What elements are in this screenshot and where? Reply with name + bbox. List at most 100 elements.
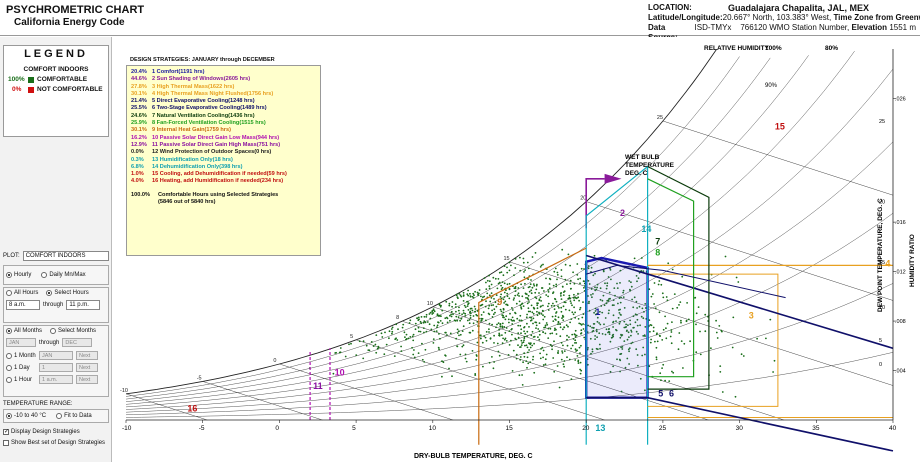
scatter-point bbox=[655, 358, 658, 361]
one-day-select[interactable]: 1 bbox=[39, 363, 73, 372]
scatter-point bbox=[552, 284, 555, 287]
scatter-point bbox=[459, 319, 461, 322]
scatter-point bbox=[535, 324, 538, 327]
all-months-radio[interactable]: All Months bbox=[6, 328, 42, 334]
scatter-point bbox=[476, 291, 479, 294]
temp-range-radio[interactable]: -10 to 40 °C bbox=[6, 413, 46, 419]
month-to-select[interactable]: DEC bbox=[62, 338, 93, 347]
scatter-point bbox=[548, 283, 551, 285]
scatter-point bbox=[445, 331, 447, 334]
scatter-point bbox=[521, 374, 523, 376]
scatter-point bbox=[425, 316, 428, 318]
legend-not-label: NOT COMFORTABLE bbox=[37, 86, 103, 93]
scatter-point bbox=[459, 333, 462, 336]
scatter-point bbox=[593, 254, 596, 257]
daily-label: Daily Mn/Max bbox=[49, 272, 86, 278]
scatter-point bbox=[456, 319, 459, 322]
show-best-checkbox[interactable]: Show Best set of Design Strategies bbox=[3, 440, 105, 446]
scatter-point bbox=[563, 360, 566, 362]
scatter-point bbox=[446, 321, 449, 324]
scatter-point bbox=[503, 296, 506, 298]
wetbulb-tick-label: 10 bbox=[427, 301, 433, 307]
scatter-point bbox=[670, 331, 673, 333]
design-strategy-text: 16 Heating, add Humidification if needed… bbox=[152, 178, 284, 185]
one-hour-radio[interactable]: 1 Hour bbox=[6, 376, 36, 383]
one-month-select[interactable]: JAN bbox=[39, 351, 73, 360]
scatter-point bbox=[473, 305, 476, 308]
scatter-point bbox=[576, 355, 579, 357]
one-month-radio[interactable]: 1 Month bbox=[6, 352, 36, 359]
dp-axis-label: DEW POINT TEMPERATURE, DEG. C bbox=[877, 198, 884, 312]
scatter-point bbox=[578, 322, 581, 325]
scatter-point bbox=[515, 302, 518, 305]
scatter-point bbox=[523, 276, 526, 279]
scatter-point bbox=[430, 328, 433, 331]
scatter-point bbox=[503, 316, 505, 319]
select-months-radio[interactable]: Select Months bbox=[50, 328, 96, 334]
scatter-point bbox=[521, 295, 524, 298]
scatter-point bbox=[550, 304, 553, 307]
scatter-point bbox=[355, 354, 358, 356]
display-ds-checkbox[interactable]: ✓ Display Design Strategies bbox=[3, 429, 80, 435]
temp-range-label: TEMPERATURE RANGE: bbox=[3, 401, 73, 407]
scatter-point bbox=[501, 281, 504, 283]
scatter-point bbox=[491, 356, 493, 358]
day-next-button[interactable]: Next bbox=[76, 363, 98, 372]
scatter-point bbox=[469, 295, 472, 297]
scatter-point bbox=[374, 343, 377, 346]
scatter-point bbox=[520, 339, 523, 342]
scatter-point bbox=[420, 316, 423, 318]
one-day-dot bbox=[6, 364, 12, 371]
design-strategy-item: 0.3% 13 Humidification Only(18 hrs) bbox=[131, 157, 317, 164]
hourly-radio[interactable]: Hourly bbox=[6, 272, 31, 278]
design-strategy-pct: 4.0% bbox=[131, 178, 144, 185]
legend-not-comfortable: 0% NOT COMFORTABLE bbox=[4, 86, 108, 93]
hour-to-select[interactable]: 11 p.m. bbox=[66, 300, 101, 310]
scatter-point bbox=[499, 325, 502, 328]
scatter-point bbox=[548, 287, 551, 290]
not-comfortable-swatch bbox=[28, 86, 34, 93]
scatter-point bbox=[553, 370, 556, 373]
scatter-point bbox=[640, 257, 643, 259]
scatter-point bbox=[485, 339, 488, 342]
scatter-point bbox=[476, 341, 479, 344]
scatter-point bbox=[552, 302, 554, 305]
scatter-point bbox=[765, 337, 767, 340]
select-hours-radio[interactable]: Select Hours bbox=[46, 290, 89, 296]
scatter-point bbox=[579, 361, 582, 364]
plot-select[interactable]: COMFORT INDOORS bbox=[22, 251, 109, 261]
scatter-point bbox=[562, 363, 565, 366]
scatter-point bbox=[662, 296, 665, 299]
scatter-point bbox=[695, 312, 698, 315]
scatter-point bbox=[654, 340, 656, 343]
show-best-row: Show Best set of Design Strategies bbox=[3, 440, 109, 448]
scatter-point bbox=[441, 360, 443, 363]
scatter-point bbox=[461, 330, 464, 332]
scatter-point bbox=[523, 330, 525, 333]
scatter-point bbox=[563, 290, 566, 293]
scatter-point bbox=[502, 311, 505, 314]
scatter-point bbox=[503, 282, 506, 285]
one-day-radio[interactable]: 1 Day bbox=[6, 364, 36, 371]
fit-to-data-radio[interactable]: Fit to Data bbox=[56, 413, 92, 419]
all-hours-radio[interactable]: All Hours bbox=[6, 290, 38, 296]
scatter-point bbox=[531, 256, 534, 258]
scatter-point bbox=[517, 324, 520, 327]
scatter-point bbox=[501, 326, 504, 329]
strategy-label: 10 bbox=[335, 367, 345, 377]
hour-next-button[interactable]: Next bbox=[76, 375, 98, 384]
hour-from-select[interactable]: 8 a.m. bbox=[6, 300, 40, 310]
scatter-point bbox=[409, 336, 412, 338]
wetbulb-label-1: WET BULB bbox=[625, 154, 660, 161]
scatter-point bbox=[462, 344, 465, 347]
scatter-point bbox=[538, 298, 541, 301]
scatter-point bbox=[462, 295, 465, 297]
scatter-point bbox=[519, 346, 521, 348]
month-next-button[interactable]: Next bbox=[76, 351, 98, 360]
daily-radio[interactable]: Daily Mn/Max bbox=[41, 272, 86, 278]
scatter-point bbox=[519, 358, 522, 361]
scatter-point bbox=[571, 304, 573, 307]
one-hour-select[interactable]: 1 a.m. bbox=[39, 375, 73, 384]
scatter-point bbox=[510, 328, 513, 331]
month-from-select[interactable]: JAN bbox=[6, 338, 36, 347]
